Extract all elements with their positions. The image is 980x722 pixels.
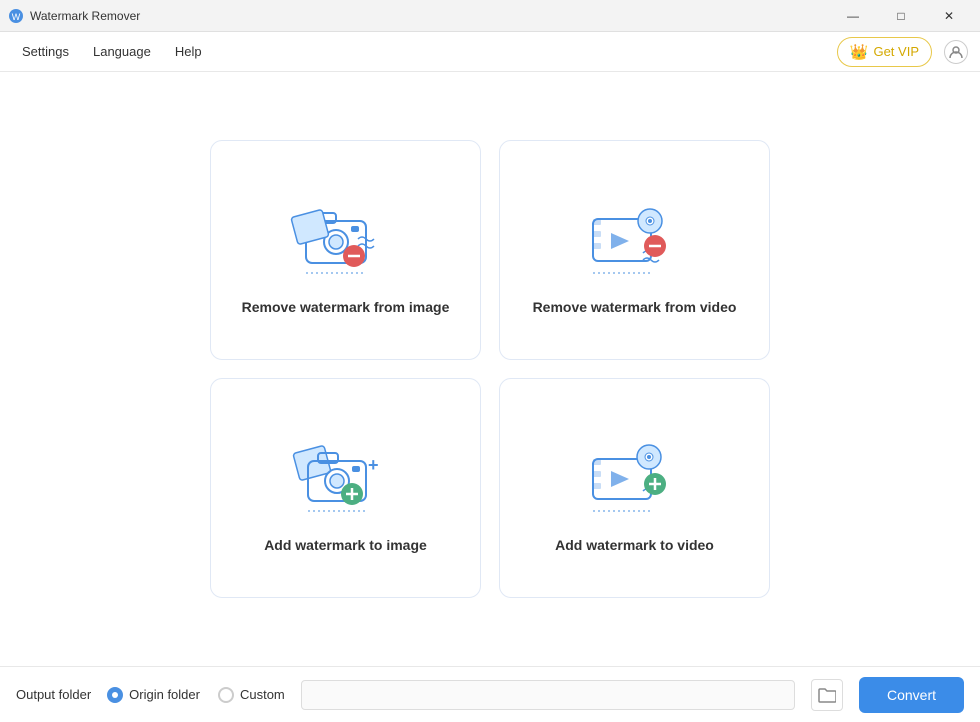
footer-bar: Output folder Origin folder Custom Conve… (0, 666, 980, 722)
custom-label: Custom (240, 687, 285, 702)
folder-icon (818, 687, 836, 703)
card-remove-video-illustration (575, 191, 695, 281)
origin-folder-radio[interactable] (107, 687, 123, 703)
card-remove-video-label: Remove watermark from video (533, 299, 737, 315)
svg-text:+: + (368, 455, 379, 475)
card-add-image[interactable]: + Add watermark to image (210, 378, 481, 598)
user-icon[interactable] (944, 40, 968, 64)
cards-grid: Remove watermark from image (210, 140, 770, 598)
menu-item-language[interactable]: Language (83, 40, 161, 63)
convert-button[interactable]: Convert (859, 677, 964, 713)
minimize-button[interactable]: — (830, 0, 876, 32)
card-add-video-illustration (575, 429, 695, 519)
custom-radio[interactable] (218, 687, 234, 703)
card-remove-image[interactable]: Remove watermark from image (210, 140, 481, 360)
crown-icon: 👑 (850, 43, 869, 61)
title-bar-left: W Watermark Remover (8, 8, 140, 24)
browse-folder-button[interactable] (811, 679, 843, 711)
card-remove-image-illustration (286, 191, 406, 281)
menu-bar: Settings Language Help 👑 Get VIP (0, 32, 980, 72)
menu-items: Settings Language Help (12, 40, 212, 63)
get-vip-label: Get VIP (873, 44, 919, 59)
app-title: Watermark Remover (30, 9, 140, 23)
card-remove-video[interactable]: Remove watermark from video (499, 140, 770, 360)
get-vip-button[interactable]: 👑 Get VIP (837, 37, 932, 67)
svg-text:W: W (12, 12, 21, 22)
title-bar-controls: — □ ✕ (830, 0, 972, 32)
maximize-button[interactable]: □ (878, 0, 924, 32)
app-icon: W (8, 8, 24, 24)
main-content: Remove watermark from image (0, 72, 980, 666)
close-button[interactable]: ✕ (926, 0, 972, 32)
origin-folder-label: Origin folder (129, 687, 200, 702)
output-folder-label: Output folder (16, 687, 91, 702)
radio-group: Origin folder Custom (107, 687, 285, 703)
card-add-video-label: Add watermark to video (555, 537, 714, 553)
path-input[interactable] (301, 680, 795, 710)
title-bar: W Watermark Remover — □ ✕ (0, 0, 980, 32)
card-add-image-label: Add watermark to image (264, 537, 427, 553)
card-add-video[interactable]: Add watermark to video (499, 378, 770, 598)
card-add-image-illustration: + (286, 429, 406, 519)
card-remove-image-label: Remove watermark from image (242, 299, 450, 315)
menu-right: 👑 Get VIP (837, 37, 968, 67)
origin-folder-option[interactable]: Origin folder (107, 687, 200, 703)
custom-option[interactable]: Custom (218, 687, 285, 703)
user-avatar-icon (949, 45, 963, 59)
menu-item-help[interactable]: Help (165, 40, 212, 63)
menu-item-settings[interactable]: Settings (12, 40, 79, 63)
